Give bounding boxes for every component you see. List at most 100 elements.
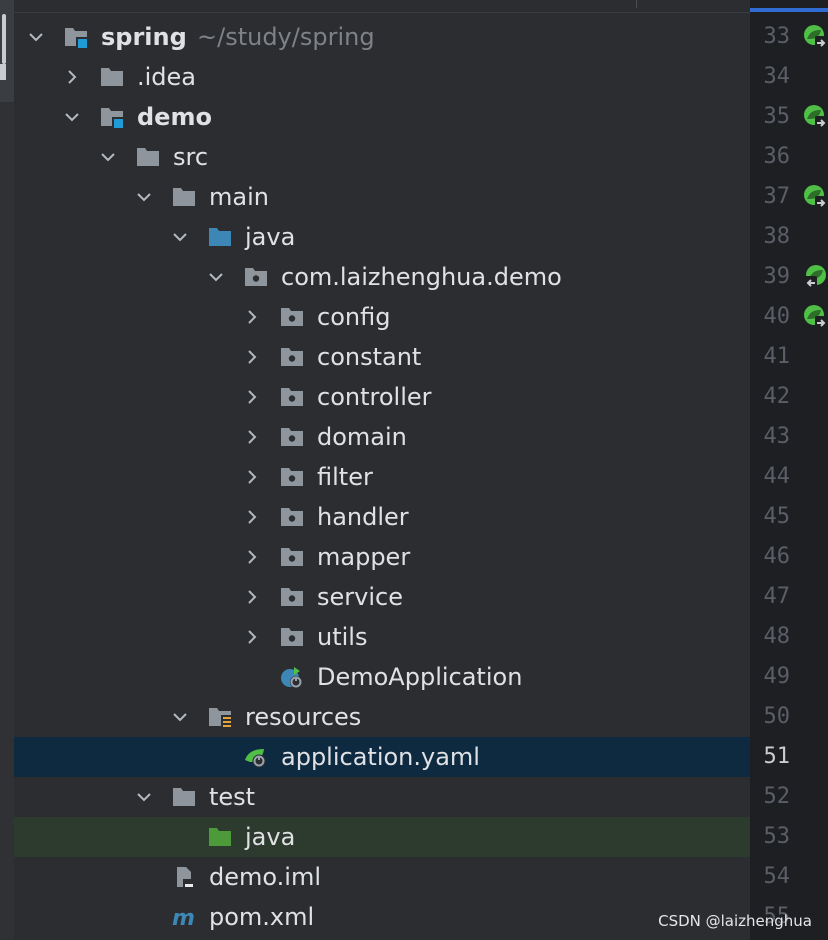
tree-row-label: DemoApplication [317,663,523,691]
tree-row-controller[interactable]: controller [14,377,750,417]
chevron-right-icon[interactable] [244,429,260,445]
project-tree[interactable]: spring ~/study/spring .idea demo src main java… [14,0,750,940]
tree-row-constant[interactable]: constant [14,337,750,377]
tool-window-strip [0,0,14,940]
chevron-down-icon[interactable] [172,709,188,725]
package-icon [280,546,304,568]
line-number: 45 [763,504,791,529]
iml-file-icon [172,866,196,888]
line-number: 40 [763,304,791,329]
chevron-down-icon[interactable] [136,189,152,205]
line-number: 39 [763,264,791,289]
tree-row-label: src [173,143,209,171]
package-icon [280,626,304,648]
package-icon [280,466,304,488]
tree-row-java[interactable]: java [14,817,750,857]
tree-row-config[interactable]: config [14,297,750,337]
tree-row-label: demo.iml [209,863,321,891]
tree-row-label: config [317,303,391,331]
tree-row-label: filter [317,463,373,491]
spring-yaml-config-icon [244,746,268,768]
line-number: 35 [763,104,791,129]
tree-row-label: controller [317,383,432,411]
line-number: 42 [763,384,791,409]
tree-row-src[interactable]: src [14,137,750,177]
tree-row-label: resources [245,703,362,731]
line-number: 36 [763,144,791,169]
tree-row-java[interactable]: java [14,217,750,257]
spring-bean-navigate-back-icon[interactable] [803,264,828,290]
tree-row-label: .idea [137,63,197,91]
folder-icon [172,786,196,808]
folder-icon [172,186,196,208]
tree-row-label: domain [317,423,407,451]
tree-row-label: demo [137,103,212,131]
tree-row-resources[interactable]: resources [14,697,750,737]
project-path-hint: ~/study/spring [197,23,375,51]
tree-row-test[interactable]: test [14,777,750,817]
spring-bean-navigate-icon[interactable] [803,24,828,50]
line-number: 46 [763,544,791,569]
chevron-down-icon[interactable] [208,269,224,285]
maven-icon: m [172,906,196,928]
tree-row-main[interactable]: main [14,177,750,217]
line-number: 52 [763,784,791,809]
chevron-down-icon[interactable] [64,109,80,125]
chevron-down-icon[interactable] [172,229,188,245]
chevron-right-icon[interactable] [64,69,80,85]
line-number: 34 [763,64,791,89]
chevron-right-icon[interactable] [244,469,260,485]
tree-row-com-laizhenghua-demo[interactable]: com.laizhenghua.demo [14,257,750,297]
tree-row-service[interactable]: service [14,577,750,617]
source-root-folder-icon [208,226,232,248]
tree-row-label: java [245,823,296,851]
chevron-down-icon[interactable] [136,789,152,805]
tree-header-strip [14,0,750,13]
line-number: 33 [763,24,791,49]
tree-row-label: java [245,223,296,251]
tree-row-demoapplication[interactable]: DemoApplication [14,657,750,697]
chevron-right-icon[interactable] [244,629,260,645]
tree-row-idea[interactable]: .idea [14,57,750,97]
tree-row-application-yaml[interactable]: application.yaml [14,737,750,777]
chevron-right-icon[interactable] [244,389,260,405]
tree-row-pom-xml[interactable]: m pom.xml [14,897,750,937]
project-tool-tab[interactable] [0,0,14,102]
test-source-folder-icon [208,826,232,848]
line-number: 47 [763,584,791,609]
spring-bean-navigate-icon[interactable] [803,104,828,130]
tree-row-spring[interactable]: spring ~/study/spring [14,17,750,57]
tree-row-label: service [317,583,403,611]
line-number: 51 [763,744,791,769]
editor-tab-indicator [750,0,828,12]
spring-bean-navigate-icon[interactable] [803,184,828,210]
tree-row-handler[interactable]: handler [14,497,750,537]
package-icon [280,426,304,448]
tree-row-filter[interactable]: filter [14,457,750,497]
package-icon [244,266,268,288]
spring-bean-navigate-icon[interactable] [803,304,828,330]
folder-icon [100,66,124,88]
tree-row-mapper[interactable]: mapper [14,537,750,577]
chevron-right-icon[interactable] [244,509,260,525]
line-number: 50 [763,704,791,729]
folder-icon [136,146,160,168]
editor-gutter: 33 34 35 36 37 38 39 40 41 42 43 44 45 46 47 48 49 50 51 52… [750,0,828,940]
line-number: 53 [763,824,791,849]
chevron-right-icon[interactable] [244,349,260,365]
chevron-right-icon[interactable] [244,549,260,565]
chevron-down-icon[interactable] [100,149,116,165]
tree-row-demo-iml[interactable]: demo.iml [14,857,750,897]
package-icon [280,506,304,528]
chevron-right-icon[interactable] [244,309,260,325]
module-folder-icon [64,26,88,48]
tree-row-utils[interactable]: utils [14,617,750,657]
tree-row-domain[interactable]: domain [14,417,750,457]
svg-text:m: m [172,906,195,928]
tree-row-label: utils [317,623,368,651]
chevron-right-icon[interactable] [244,589,260,605]
tree-row-label: constant [317,343,422,371]
line-number: 41 [763,344,791,369]
chevron-down-icon[interactable] [28,29,44,45]
tree-row-demo[interactable]: demo [14,97,750,137]
